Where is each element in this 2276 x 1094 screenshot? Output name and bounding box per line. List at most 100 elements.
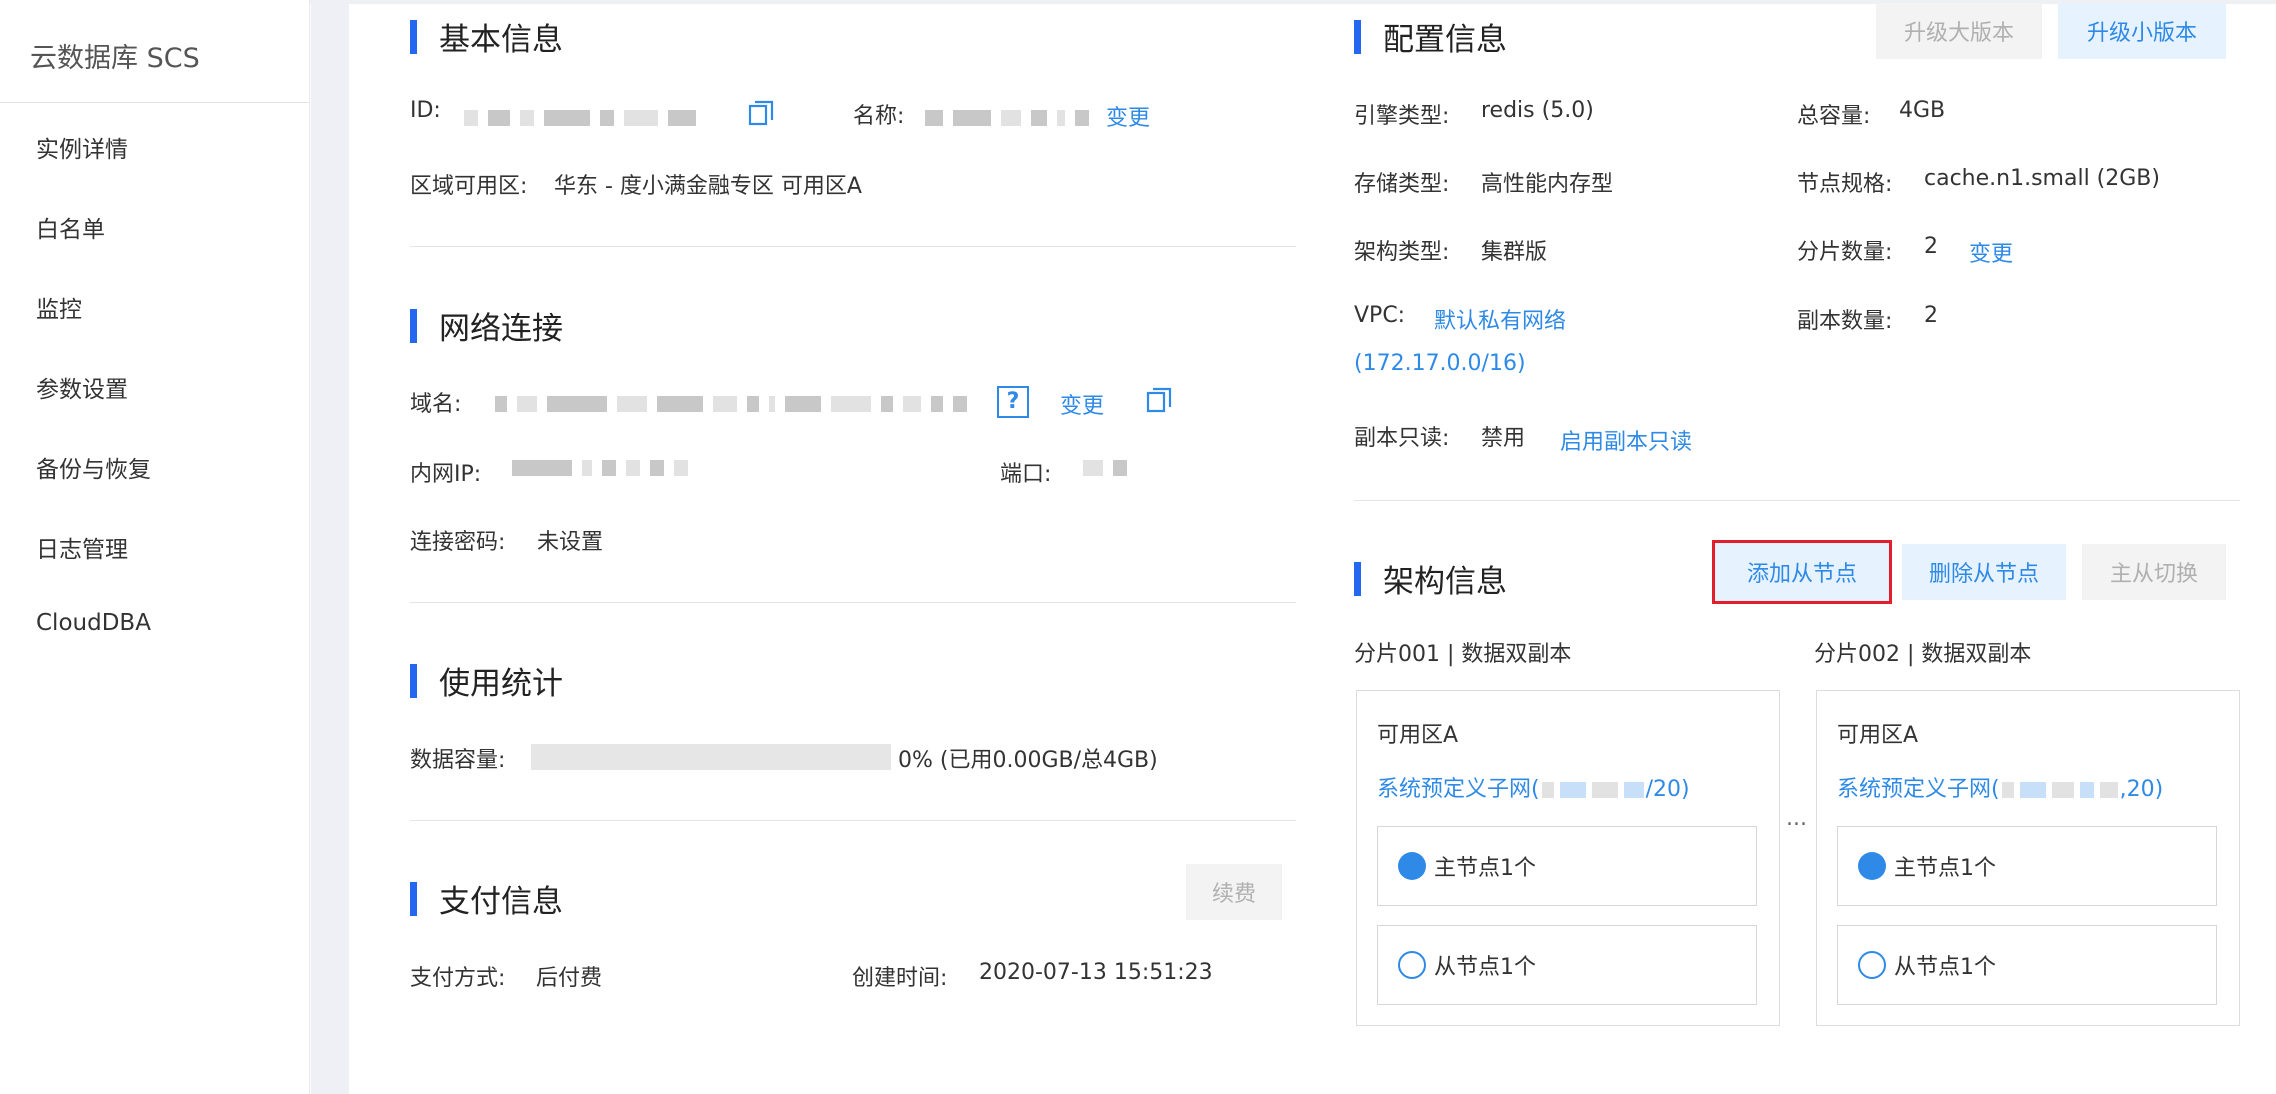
- port-label: 端口:: [1000, 462, 1052, 487]
- slave-dot-icon: [1398, 951, 1426, 979]
- sidebar-item-params[interactable]: 参数设置: [36, 370, 128, 404]
- section-accent-bar: [1354, 561, 1361, 596]
- section-accent-bar: [410, 663, 417, 698]
- created-value: 2020-07-13 15:51:23: [979, 960, 1213, 985]
- master-node-box[interactable]: 主节点1个: [1377, 826, 1757, 906]
- master-node-label: 主节点1个: [1894, 856, 1996, 881]
- sidebar-item-logs[interactable]: 日志管理: [36, 530, 128, 564]
- layout-gutter: [311, 0, 349, 1094]
- subnet-masked: [2001, 782, 2118, 798]
- created-label: 创建时间:: [852, 966, 948, 991]
- total-capacity-label: 总容量:: [1797, 104, 1871, 129]
- sidebar-item-clouddba[interactable]: CloudDBA: [36, 610, 151, 636]
- ip-value-masked: [512, 460, 688, 476]
- master-node-label: 主节点1个: [1434, 856, 1536, 881]
- architecture-title: 架构信息: [1354, 556, 1507, 601]
- arch-type-label: 架构类型:: [1354, 240, 1450, 265]
- node-spec-value: cache.n1.small (2GB): [1924, 166, 2160, 191]
- shards-label: 分片数量:: [1797, 240, 1893, 265]
- subnet-prefix: 系统预定义子网(: [1377, 777, 1540, 802]
- subnet-link[interactable]: 系统预定义子网(/20): [1377, 771, 1690, 803]
- sidebar-divider: [0, 102, 310, 103]
- usage-title-text: 使用统计: [439, 666, 563, 702]
- shard-title: 分片002 | 数据双副本: [1814, 642, 2032, 667]
- master-dot-icon: [1858, 852, 1886, 880]
- domain-value-masked: [495, 396, 967, 412]
- section-accent-bar: [410, 19, 417, 54]
- config-title-text: 配置信息: [1383, 22, 1507, 58]
- slave-dot-icon: [1858, 951, 1886, 979]
- name-label: 名称:: [853, 104, 905, 129]
- section-accent-bar: [410, 881, 417, 916]
- network-title: 网络连接: [410, 303, 563, 348]
- password-label: 连接密码:: [410, 530, 506, 555]
- master-dot-icon: [1398, 852, 1426, 880]
- readonly-label: 副本只读:: [1354, 426, 1450, 451]
- subnet-link[interactable]: 系统预定义子网(,20): [1837, 771, 2163, 803]
- enable-readonly-link[interactable]: 启用副本只读: [1560, 424, 1692, 456]
- slave-node-box[interactable]: 从节点1个: [1377, 925, 1757, 1005]
- divider: [410, 820, 1296, 821]
- vpc-label: VPC:: [1354, 303, 1406, 328]
- sidebar-item-backup[interactable]: 备份与恢复: [36, 450, 151, 484]
- divider: [1354, 500, 2240, 501]
- payment-method-label: 支付方式:: [410, 966, 506, 991]
- capacity-label: 数据容量:: [410, 748, 506, 773]
- architecture-title-text: 架构信息: [1383, 564, 1507, 600]
- divider: [410, 246, 1296, 247]
- id-value-masked: [464, 110, 696, 126]
- usage-title: 使用统计: [410, 658, 563, 703]
- shards-value: 2: [1924, 234, 1938, 259]
- basic-info-title-text: 基本信息: [439, 22, 563, 58]
- copy-id-icon[interactable]: [748, 100, 774, 126]
- subnet-prefix: 系统预定义子网(: [1837, 777, 2000, 802]
- payment-method-value: 后付费: [536, 966, 603, 991]
- divider: [410, 602, 1296, 603]
- readonly-value: 禁用: [1481, 426, 1526, 451]
- section-accent-bar: [410, 308, 417, 343]
- slave-node-label: 从节点1个: [1434, 955, 1536, 980]
- change-domain-link[interactable]: 变更: [1060, 388, 1104, 420]
- capacity-progress-bar: [531, 744, 891, 770]
- storage-label: 存储类型:: [1354, 172, 1450, 197]
- slave-node-box[interactable]: 从节点1个: [1837, 925, 2217, 1005]
- sidebar-item-instance-detail[interactable]: 实例详情: [36, 130, 128, 164]
- arch-type-value: 集群版: [1481, 240, 1548, 265]
- name-value-masked: [925, 110, 1089, 126]
- change-shards-link[interactable]: 变更: [1969, 236, 2013, 268]
- basic-info-title: 基本信息: [410, 14, 563, 59]
- shard-zone: 可用区A: [1837, 723, 1919, 748]
- section-accent-bar: [1354, 19, 1361, 54]
- node-spec-label: 节点规格:: [1797, 172, 1893, 197]
- renew-button[interactable]: 续费: [1186, 864, 1282, 920]
- copy-domain-icon[interactable]: [1146, 387, 1172, 413]
- subnet-masked: [1541, 782, 1644, 798]
- zone-label: 区域可用区:: [410, 174, 528, 199]
- slave-node-label: 从节点1个: [1894, 955, 1996, 980]
- upgrade-minor-button[interactable]: 升级小版本: [2058, 3, 2226, 59]
- change-name-link[interactable]: 变更: [1106, 100, 1150, 132]
- ip-label: 内网IP:: [410, 462, 482, 487]
- replicas-value: 2: [1924, 303, 1938, 328]
- password-value: 未设置: [537, 530, 604, 555]
- help-icon[interactable]: ?: [997, 386, 1029, 418]
- sidebar-item-whitelist[interactable]: 白名单: [36, 210, 105, 244]
- vpc-cidr-link[interactable]: (172.17.0.0/16): [1354, 351, 1526, 376]
- engine-value: redis (5.0): [1481, 98, 1594, 123]
- network-title-text: 网络连接: [439, 311, 563, 347]
- shard-zone: 可用区A: [1377, 723, 1459, 748]
- master-node-box[interactable]: 主节点1个: [1837, 826, 2217, 906]
- sidebar-item-monitor[interactable]: 监控: [36, 290, 82, 324]
- domain-label: 域名:: [410, 392, 462, 417]
- sidebar: 云数据库 SCS 实例详情 白名单 监控 参数设置 备份与恢复 日志管理 Clo…: [0, 0, 310, 1094]
- add-slave-node-button[interactable]: 添加从节点: [1712, 540, 1892, 604]
- upgrade-major-button[interactable]: 升级大版本: [1876, 3, 2042, 59]
- master-slave-switch-button[interactable]: 主从切换: [2082, 544, 2226, 600]
- config-title: 配置信息: [1354, 14, 1507, 59]
- shard-title: 分片001 | 数据双副本: [1354, 642, 1572, 667]
- shard-card: 可用区A 系统预定义子网(/20) 主节点1个 从节点1个: [1356, 690, 1780, 1026]
- vpc-link[interactable]: 默认私有网络: [1434, 303, 1566, 335]
- port-value-masked: [1083, 460, 1127, 476]
- remove-slave-node-button[interactable]: 删除从节点: [1902, 544, 2066, 600]
- engine-label: 引擎类型:: [1354, 104, 1450, 129]
